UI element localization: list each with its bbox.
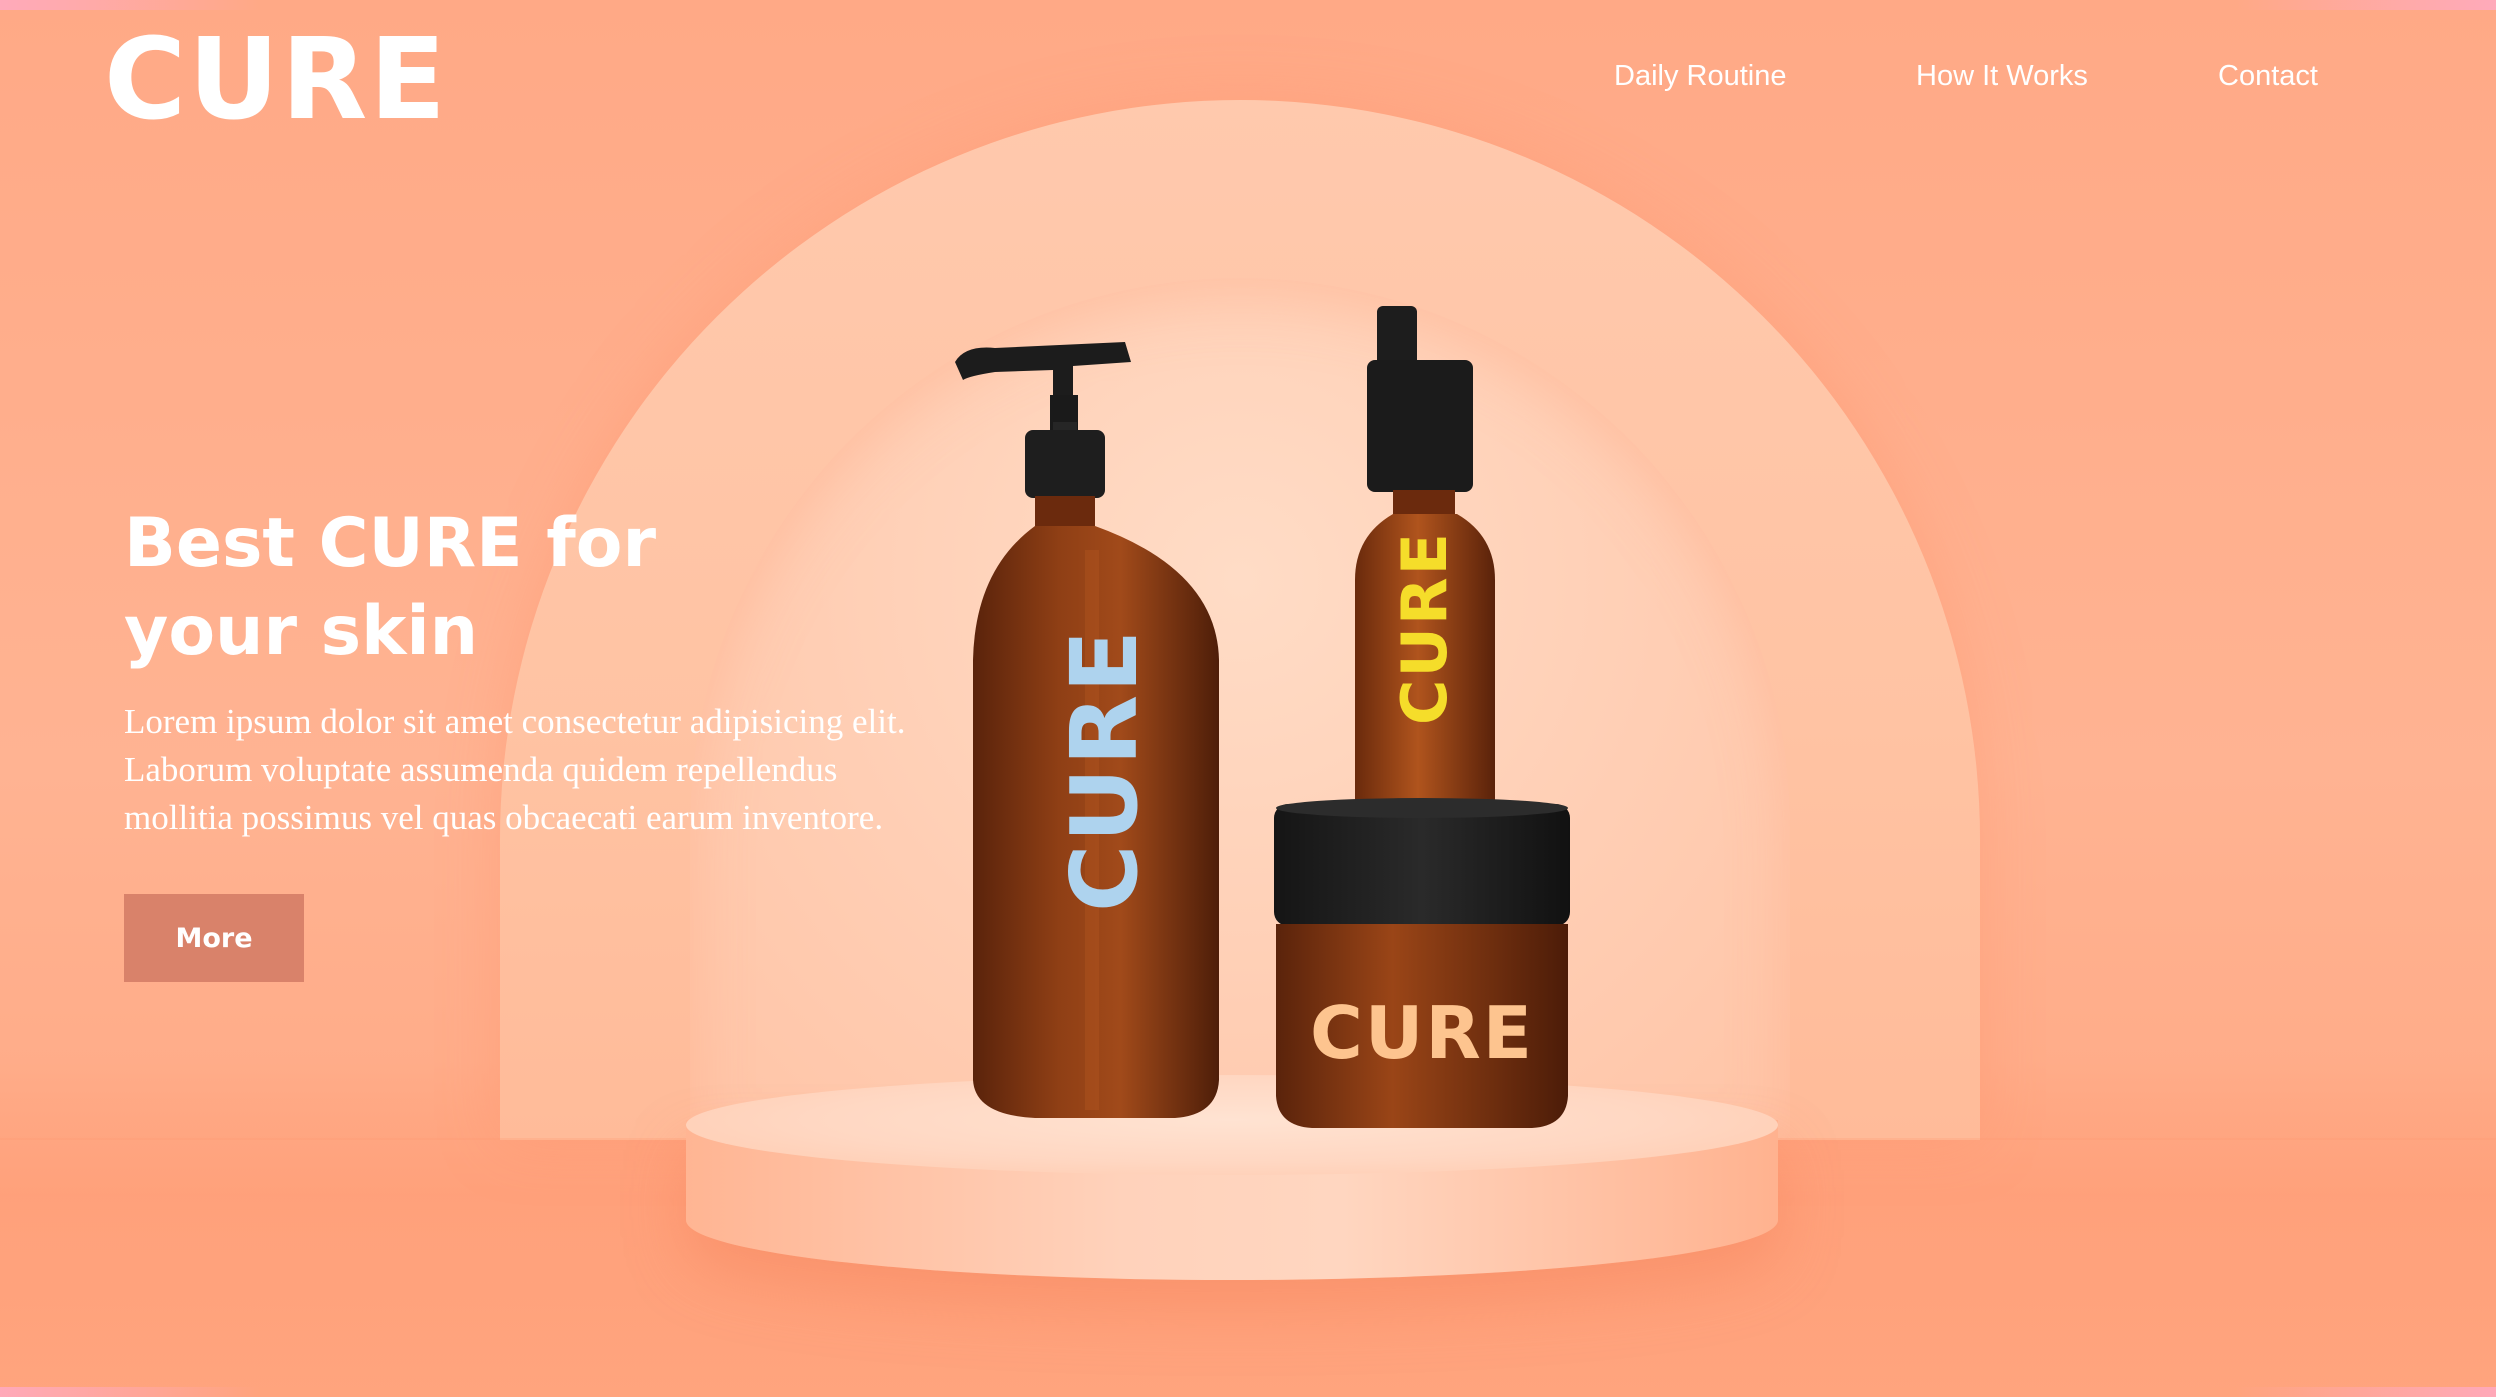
pump-bottle-image: CURE: [955, 340, 1255, 1120]
hero-title-line: Best CURE for: [124, 504, 657, 583]
corner-accent: [0, 1387, 260, 1397]
hero-description-line: mollitia possimus vel quas obcaecati ear…: [124, 798, 884, 837]
nav-link-daily-routine[interactable]: Daily Routine: [1614, 60, 1786, 93]
hero-description: Lorem ipsum dolor sit amet consectetur a…: [124, 698, 914, 842]
serum-bottle-label: CURE: [1388, 531, 1461, 725]
nav-link-contact[interactable]: Contact: [2218, 60, 2318, 93]
hero-description-line: Lorem ipsum dolor sit amet consectetur a…: [124, 702, 906, 741]
corner-accent: [2236, 0, 2496, 10]
more-button[interactable]: More: [124, 894, 304, 982]
hero-title-line: your skin: [124, 592, 479, 671]
main-nav: Daily Routine How It Works Contact: [1600, 60, 2400, 110]
corner-accent: [0, 0, 260, 10]
nav-link-how-it-works[interactable]: How It Works: [1916, 60, 2088, 93]
brand-logo[interactable]: CURE: [104, 20, 448, 140]
cream-jar-label: CURE: [1310, 991, 1534, 1075]
serum-bottle-image: CURE: [1345, 300, 1505, 820]
corner-accent: [2236, 1387, 2496, 1397]
hero-description-line: Laborum voluptate assumenda quidem repel…: [124, 750, 838, 789]
hero-title: Best CURE for your skin: [124, 500, 844, 676]
cream-jar-image: CURE: [1272, 796, 1572, 1130]
pump-bottle-label: CURE: [1051, 628, 1158, 912]
cream-jar-graphic: [1274, 798, 1570, 1128]
